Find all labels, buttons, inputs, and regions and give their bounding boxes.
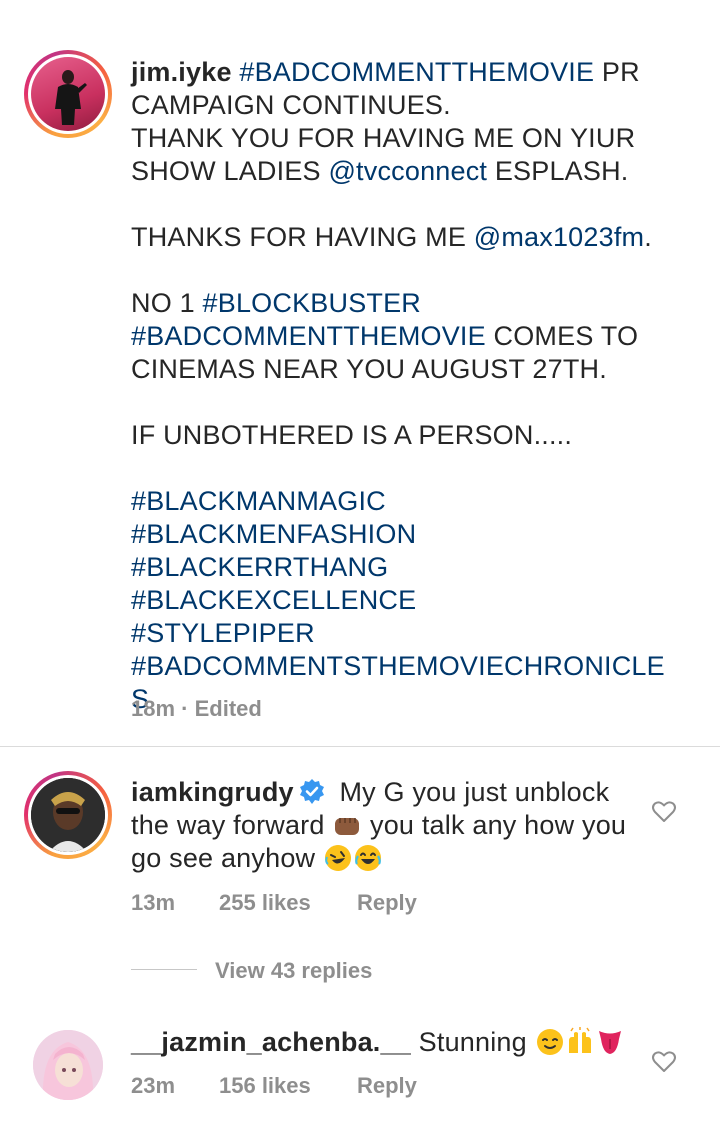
hashtag-link[interactable]: #BADCOMMENTTHEMOVIE bbox=[131, 321, 486, 351]
hashtag-link[interactable]: #STYLEPIPER bbox=[131, 618, 315, 648]
caption-divider bbox=[0, 746, 720, 747]
comment-time: 23m bbox=[131, 1073, 176, 1098]
comment-text: Stunning bbox=[418, 1027, 527, 1057]
comment-avatar[interactable] bbox=[33, 1030, 103, 1100]
comment-likes[interactable]: 255 likes bbox=[219, 890, 311, 916]
meta-separator: · bbox=[181, 696, 189, 721]
hashtag-link[interactable]: #BLACKEXCELLENCE bbox=[131, 585, 416, 615]
person-photo bbox=[33, 1030, 103, 1100]
hashtag-link[interactable]: #BADCOMMENTTHEMOVIE bbox=[239, 57, 594, 87]
heart-outline-icon[interactable] bbox=[651, 799, 677, 825]
comment-username[interactable]: __jazmin_achenba.__ bbox=[131, 1027, 411, 1057]
post-caption: jim.iyke #BADCOMMENTTHEMOVIE PR CAMPAIGN… bbox=[131, 56, 671, 716]
hashtag-link[interactable]: #BLACKMANMAGIC bbox=[131, 486, 386, 516]
person-photo bbox=[31, 778, 105, 852]
post-author-avatar[interactable] bbox=[24, 50, 112, 138]
joy-emoji-icon bbox=[354, 845, 381, 871]
raised-hands-emoji-icon bbox=[568, 1027, 591, 1053]
view-replies-button[interactable]: View 43 replies bbox=[215, 958, 372, 984]
reply-button[interactable]: Reply bbox=[357, 1073, 417, 1099]
smiling-relieved-emoji-icon bbox=[536, 1029, 563, 1055]
post-username[interactable]: jim.iyke bbox=[131, 57, 232, 87]
post-meta: 18m · Edited bbox=[131, 696, 262, 722]
comment-body: iamkingrudy My G you just unblock the wa… bbox=[131, 776, 631, 875]
comment-body: __jazmin_achenba.__ Stunning bbox=[131, 1026, 631, 1059]
heart-outline-icon[interactable] bbox=[651, 1049, 677, 1075]
comment-avatar[interactable] bbox=[24, 771, 112, 859]
hashtag-link[interactable]: #BLACKERRTHANG bbox=[131, 552, 388, 582]
hashtag-link[interactable]: #BLOCKBUSTER bbox=[203, 288, 421, 318]
tongue-emoji-icon bbox=[598, 1031, 621, 1054]
comment-meta: 23m bbox=[131, 1073, 175, 1099]
mention-link[interactable]: @tvcconnect bbox=[328, 156, 487, 186]
caption-seg-16 bbox=[388, 552, 396, 582]
hashtag-link[interactable]: #BLACKMENFASHION bbox=[131, 519, 416, 549]
comment-likes[interactable]: 156 likes bbox=[219, 1073, 311, 1099]
view-replies-line bbox=[131, 969, 197, 970]
person-photo bbox=[55, 70, 87, 125]
reply-button[interactable]: Reply bbox=[357, 890, 417, 916]
edited-label: Edited bbox=[194, 696, 262, 721]
mention-link[interactable]: @max1023fm bbox=[474, 222, 644, 252]
comment-time: 13m bbox=[131, 890, 176, 915]
comment-meta: 13m bbox=[131, 890, 175, 916]
post-time: 18m bbox=[131, 696, 176, 721]
comment-username[interactable]: iamkingrudy bbox=[131, 777, 294, 807]
fist-emoji-icon bbox=[335, 818, 360, 835]
rofl-emoji-icon bbox=[324, 845, 351, 871]
verified-badge-icon bbox=[299, 779, 324, 804]
